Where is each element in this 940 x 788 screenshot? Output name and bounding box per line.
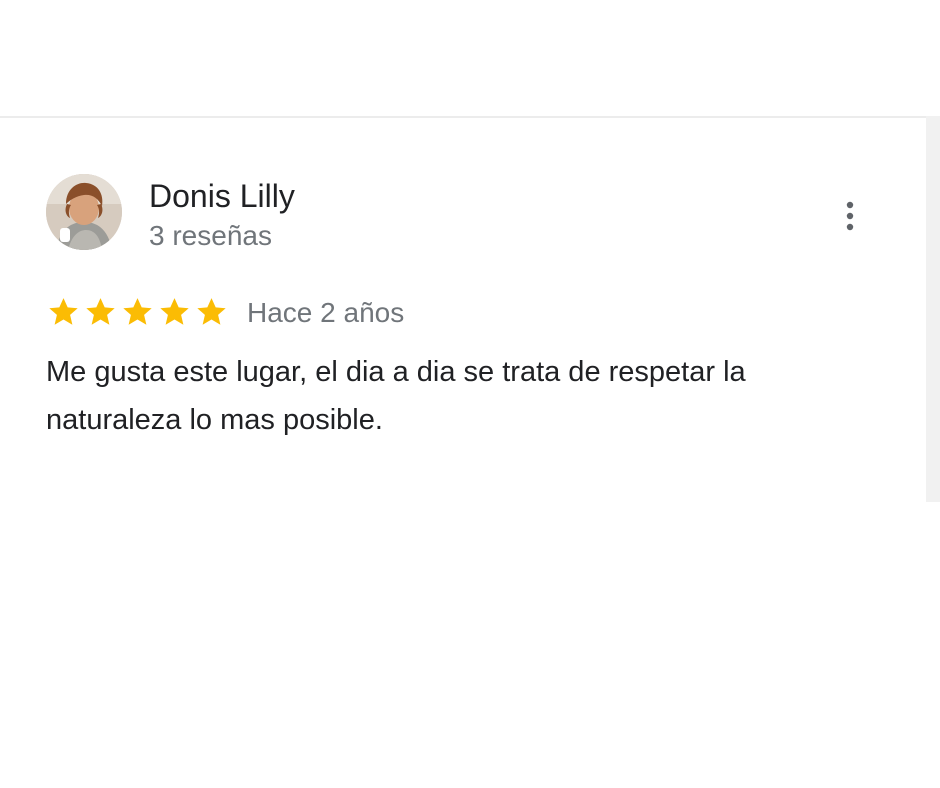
more-options-button[interactable] (832, 198, 868, 234)
author-review-count: 3 reseñas (149, 220, 272, 251)
review-card: Donis Lilly 3 reseñas Hace 2 años Me gus… (0, 116, 926, 502)
avatar[interactable] (46, 174, 122, 250)
star-rating (45, 294, 230, 330)
scrollbar-track[interactable] (926, 116, 940, 502)
star-icon (160, 298, 189, 325)
more-vert-icon (846, 201, 854, 231)
author-name[interactable]: Donis Lilly (149, 176, 295, 216)
star-icon (123, 298, 152, 325)
review-date: Hace 2 años (247, 297, 405, 328)
star-icon (197, 298, 226, 325)
star-icon (86, 298, 115, 325)
avatar-photo (46, 174, 122, 250)
review-text: Me gusta este lugar, el dia a dia se tra… (46, 356, 746, 436)
star-icon (49, 298, 78, 325)
